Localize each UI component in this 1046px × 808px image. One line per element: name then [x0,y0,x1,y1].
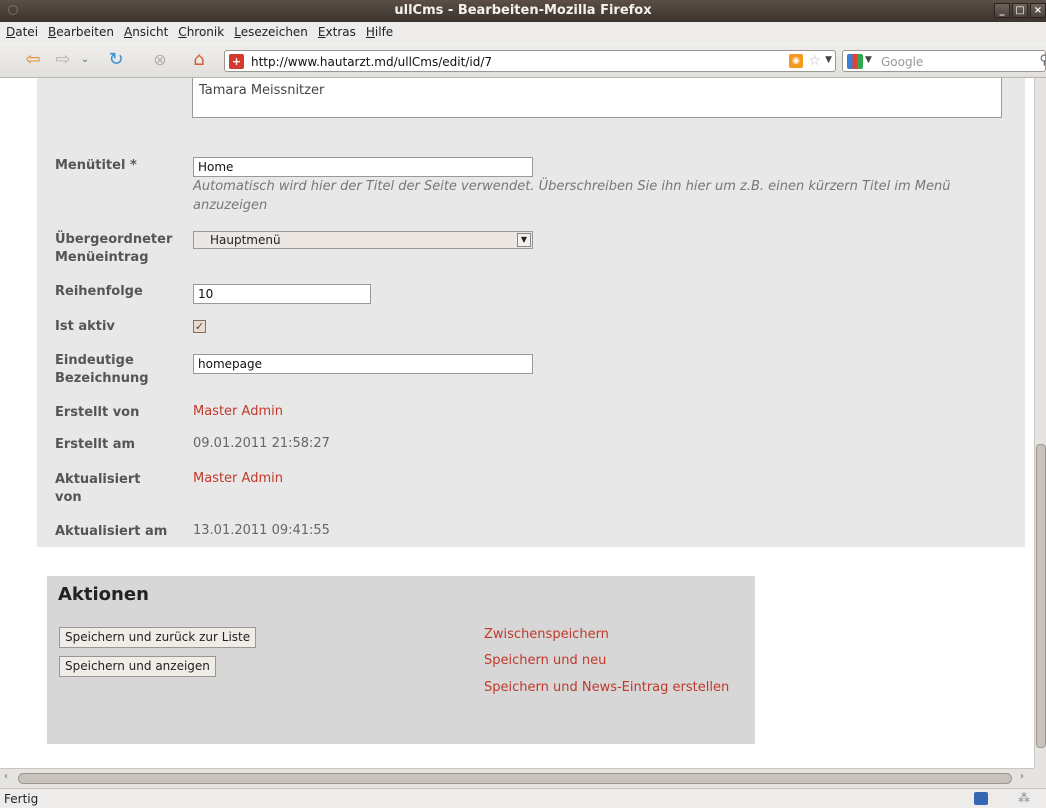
window-titlebar: ullCms - Bearbeiten-Mozilla Firefox _ □ … [0,0,1046,22]
slug-label: Eindeutige Bezeichnung [55,353,149,386]
search-input[interactable]: Google [881,55,923,69]
vertical-scroll-thumb[interactable] [1036,444,1046,748]
site-favicon-icon: + [229,54,244,69]
reload-icon[interactable]: ↻ [105,50,127,70]
menu-bearbeiten[interactable]: Bearbeiten [48,25,114,39]
order-label: Reihenfolge [55,284,143,299]
parent-menu-label: Übergeordneter Menüeintrag [55,232,173,265]
window-title: ullCms - Bearbeiten-Mozilla Firefox [394,3,652,18]
bookmark-star-icon[interactable]: ☆ [808,53,821,69]
url-dropdown-icon[interactable]: ▼ [825,55,832,65]
search-bar[interactable]: ▼ Google ⚲ [842,50,1046,72]
menutitel-hint: Automatisch wird hier der Titel der Seit… [193,179,951,213]
search-magnifier-icon[interactable]: ⚲ [1039,53,1046,68]
order-input[interactable]: 10 [193,284,371,304]
parent-menu-select[interactable]: Hauptmenü ▼ [193,231,533,249]
search-engine-icon[interactable] [847,54,863,69]
navigation-toolbar: ⇦ ⇨ ⌄ ↻ ⊗ ⌂ + http://www.hautarzt.md/ull… [0,42,1046,78]
save-and-back-button[interactable]: Speichern und zurück zur Liste [59,627,257,648]
edit-form-panel: Tamara Meissnitzer Menütitel * Home Auto… [37,78,1025,547]
menutitel-label: Menütitel * [55,158,137,173]
horizontal-scrollbar[interactable]: ‹ › [0,768,1034,788]
save-and-show-button[interactable]: Speichern und anzeigen [59,656,216,677]
menu-datei[interactable]: Datei [6,25,38,39]
actions-panel: Aktionen Speichern und zurück zur Liste … [47,576,755,744]
name-textarea[interactable]: Tamara Meissnitzer [192,78,1002,118]
stop-icon[interactable]: ⊗ [150,50,170,70]
updated-at-label: Aktualisiert am [55,524,168,539]
parent-menu-selected: Hauptmenü [210,233,281,247]
scroll-right-icon[interactable]: › [1020,771,1024,782]
addon-status-icon[interactable] [974,792,988,805]
home-icon[interactable]: ⌂ [187,50,211,70]
updated-by-link[interactable]: Master Admin [193,471,283,486]
window-controls: _ □ × [994,3,1046,18]
history-dropdown-icon[interactable]: ⌄ [78,50,92,70]
active-label: Ist aktiv [55,319,115,334]
rss-feed-icon[interactable]: ◉ [789,54,803,68]
search-engine-dropdown-icon[interactable]: ▼ [865,55,872,65]
scrollbar-corner [1034,768,1046,788]
updated-by-label: Aktualisiert von [55,472,141,505]
menu-bar: Datei Bearbeiten Ansicht Chronik Lesezei… [0,22,1046,42]
status-bar: Fertig ⁂ [0,788,1046,808]
forward-arrow-icon[interactable]: ⇨ [52,50,74,70]
save-and-new-link[interactable]: Speichern und neu [484,653,606,668]
created-by-label: Erstellt von [55,405,140,420]
horizontal-scroll-thumb[interactable] [18,773,1012,784]
address-bar[interactable]: + http://www.hautarzt.md/ullCms/edit/id/… [224,50,836,72]
maximize-button[interactable]: □ [1012,3,1028,18]
menu-lesezeichen[interactable]: Lesezeichen [234,25,308,39]
menu-chronik[interactable]: Chronik [178,25,224,39]
page-content: Tamara Meissnitzer Menütitel * Home Auto… [0,78,1034,768]
created-at-value: 09.01.2011 21:58:27 [193,436,330,451]
url-text[interactable]: http://www.hautarzt.md/ullCms/edit/id/7 [251,55,492,69]
menu-extras[interactable]: Extras [318,25,356,39]
close-button[interactable]: × [1030,3,1046,18]
select-arrow-icon[interactable]: ▼ [517,233,531,247]
vertical-scrollbar[interactable] [1034,78,1046,768]
created-by-link[interactable]: Master Admin [193,404,283,419]
save-and-news-link[interactable]: Speichern und News-Eintrag erstellen [484,680,729,695]
back-arrow-icon[interactable]: ⇦ [20,50,46,70]
updated-at-value: 13.01.2011 09:41:55 [193,523,330,538]
scroll-left-icon[interactable]: ‹ [4,771,8,782]
menu-hilfe[interactable]: Hilfe [366,25,393,39]
active-checkbox[interactable]: ✓ [193,320,206,333]
menutitel-input[interactable]: Home [193,157,533,177]
status-text: Fertig [4,792,39,806]
created-at-label: Erstellt am [55,437,136,452]
minimize-button[interactable]: _ [994,3,1010,18]
slug-input[interactable]: homepage [193,354,533,374]
resize-grip-icon[interactable]: ⁂ [1018,791,1030,805]
save-temp-link[interactable]: Zwischenspeichern [484,627,609,642]
actions-title: Aktionen [58,584,149,605]
menu-ansicht[interactable]: Ansicht [124,25,168,39]
